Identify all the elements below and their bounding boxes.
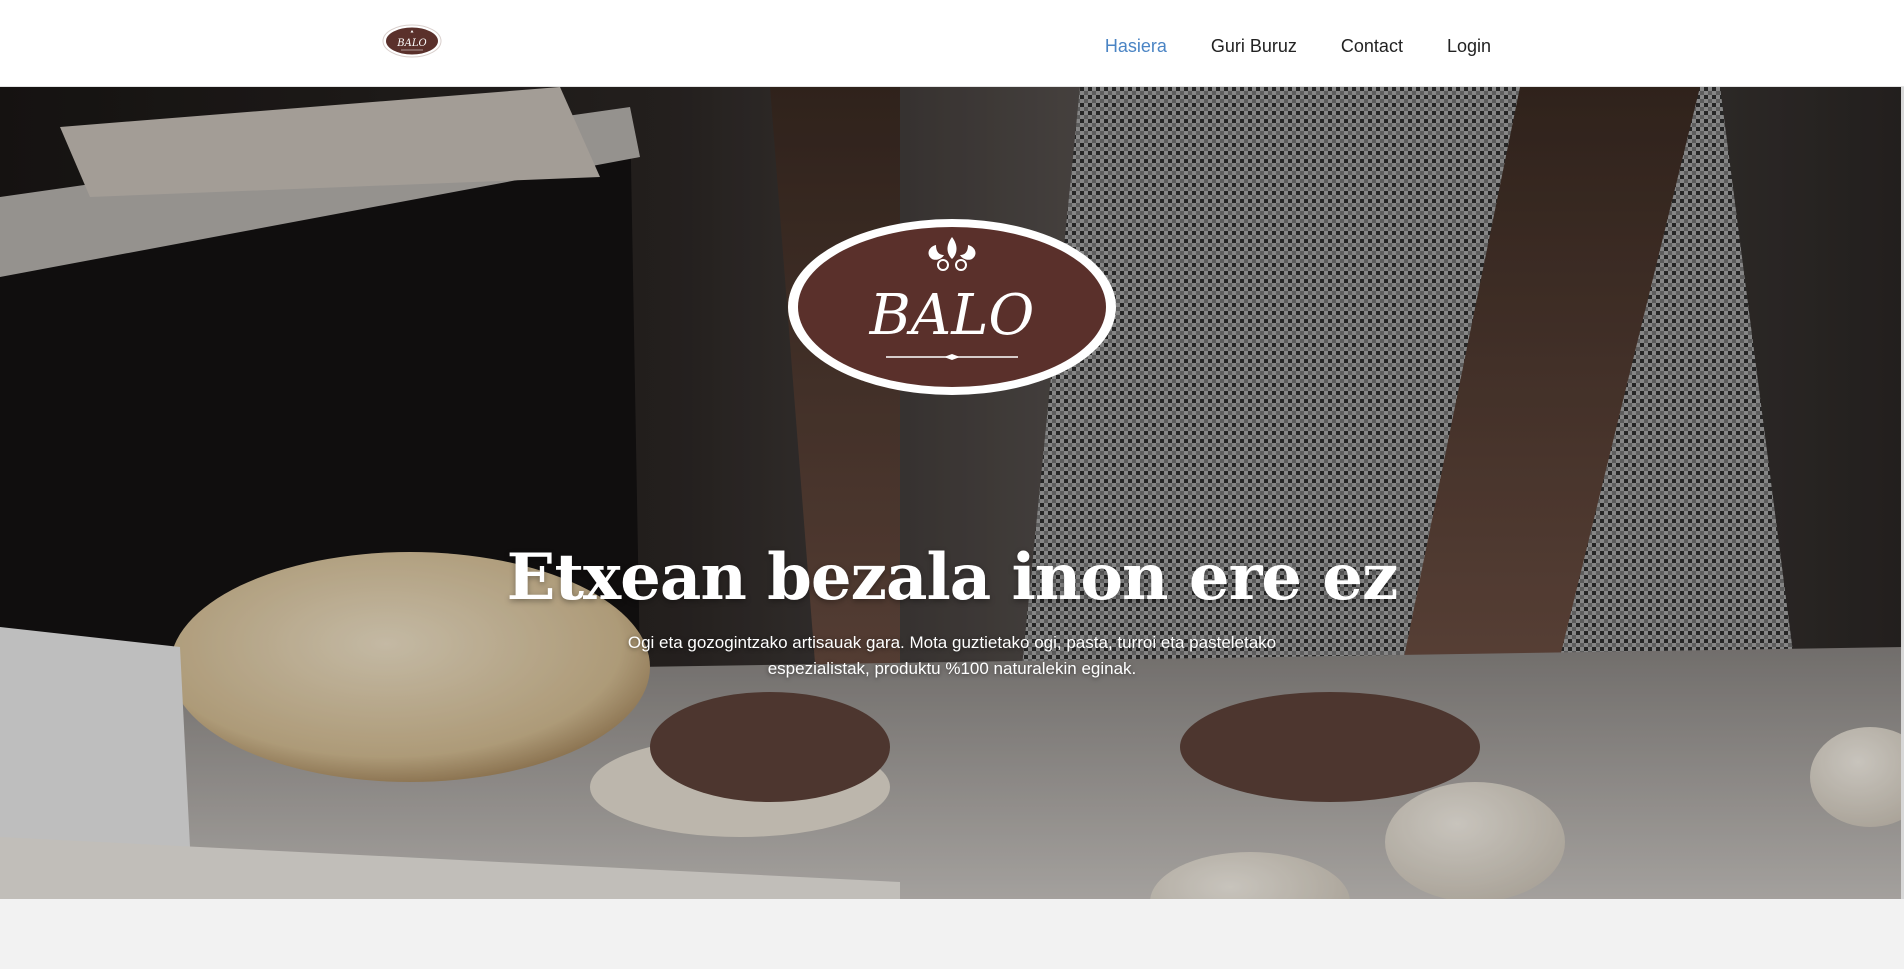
site-header: BALO Hasiera Guri Buruz Contact Login xyxy=(0,0,1904,87)
hero-title: Etxean bezala inon ere ez xyxy=(506,540,1399,615)
hero-logo-text: BALO xyxy=(869,283,1035,348)
nav-item-contact[interactable]: Contact xyxy=(1341,36,1403,57)
hero-overlay xyxy=(0,87,1904,899)
hero-subtitle: Ogi eta gozogintzako artisauak gara. Mot… xyxy=(627,633,1277,678)
hero-logo: BALO xyxy=(788,219,1116,395)
next-section xyxy=(0,899,1904,969)
nav-item-hasiera[interactable]: Hasiera xyxy=(1105,36,1167,57)
nav-item-login[interactable]: Login xyxy=(1447,36,1491,57)
header-logo[interactable]: BALO xyxy=(382,24,442,58)
header-logo-text: BALO xyxy=(396,38,426,49)
nav-item-guri-buruz[interactable]: Guri Buruz xyxy=(1211,36,1297,57)
main-nav: Hasiera Guri Buruz Contact Login xyxy=(1105,0,1491,87)
hero-section: BALO Etxean bezala inon ere ez Ogi eta g… xyxy=(0,87,1904,899)
